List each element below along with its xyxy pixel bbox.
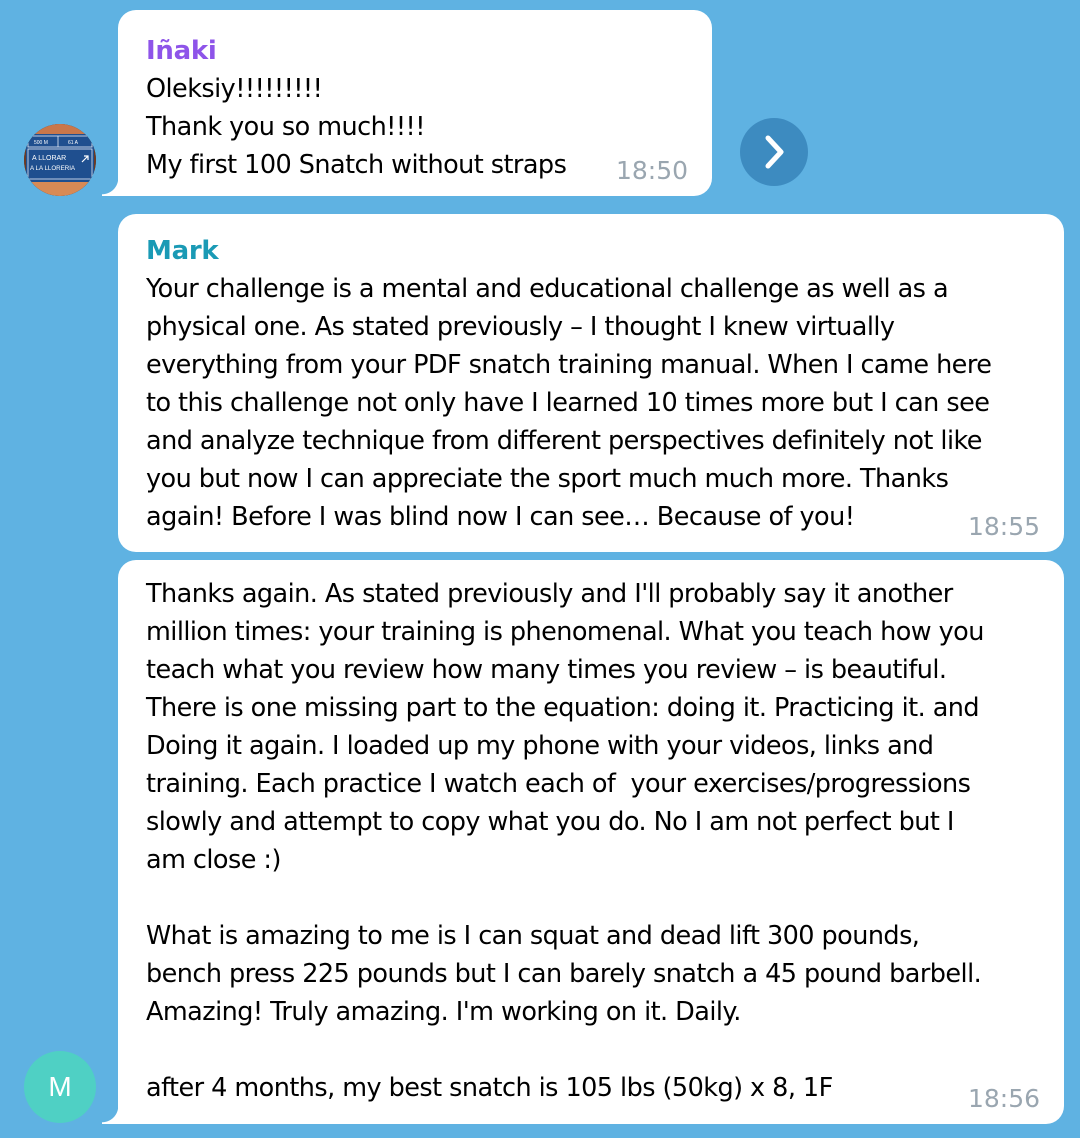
svg-text:A LLORAR: A LLORAR [32,155,66,162]
message-line [146,1031,1036,1069]
message-line: Thanks again. As stated previously and I… [146,579,953,609]
message-line: you but now I can appreciate the sport m… [146,464,949,494]
chevron-right-icon [765,135,784,169]
message-line: Oleksiy!!!!!!!!! [146,74,323,104]
message-line: Thank you so much!!!! [146,112,425,142]
message-line: Amazing! Truly amazing. I'm working on i… [146,997,741,1027]
message-line: am close :) [146,845,281,875]
message-bubble-3[interactable]: Thanks again. As stated previously and I… [118,560,1064,1124]
message-time: 18:56 [967,1084,1040,1113]
svg-text:500 M: 500 M [34,140,48,146]
message-line: What is amazing to me is I can squat and… [146,921,920,951]
message-bubble-2[interactable]: Mark Your challenge is a mental and educ… [118,214,1064,552]
message-line: after 4 months, my best snatch is 105 lb… [146,1073,833,1103]
message-line: bench press 225 pounds but I can barely … [146,959,982,989]
message-line: and analyze technique from different per… [146,426,982,456]
sender-avatar-inaki[interactable]: 500 M 61 A A LLORAR A LA LLORERIA [24,124,96,196]
road-sign-photo-icon: 500 M 61 A A LLORAR A LA LLORERIA [24,124,96,196]
sender-name[interactable]: Iñaki [146,32,684,70]
message-line: again! Before I was blind now I can see…… [146,502,855,532]
svg-text:61 A: 61 A [68,140,79,146]
message-line: everything from your PDF snatch training… [146,350,992,380]
message-line: physical one. As stated previously – I t… [146,312,895,342]
message-line: training. Each practice I watch each of … [146,769,971,799]
message-line: My first 100 Snatch without straps [146,150,567,180]
message-time: 18:50 [615,156,688,185]
message-line: million times: your training is phenomen… [146,617,984,647]
sender-name[interactable]: Mark [146,232,1036,270]
message-line: Doing it again. I loaded up my phone wit… [146,731,934,761]
svg-text:A LA LLORERIA: A LA LLORERIA [30,165,76,172]
message-bubble-1[interactable]: Iñaki Oleksiy!!!!!!!!! Thank you so much… [118,10,712,196]
sender-avatar-mark[interactable]: M [24,1051,96,1123]
message-line: Your challenge is a mental and education… [146,274,949,304]
forward-button[interactable] [740,118,808,186]
avatar-initial: M [48,1071,72,1102]
message-line: teach what you review how many times you… [146,655,947,685]
message-line: There is one missing part to the equatio… [146,693,980,723]
message-line [146,879,1036,917]
message-time: 18:55 [967,512,1040,541]
message-line: slowly and attempt to copy what you do. … [146,807,954,837]
message-line: to this challenge not only have I learne… [146,388,990,418]
